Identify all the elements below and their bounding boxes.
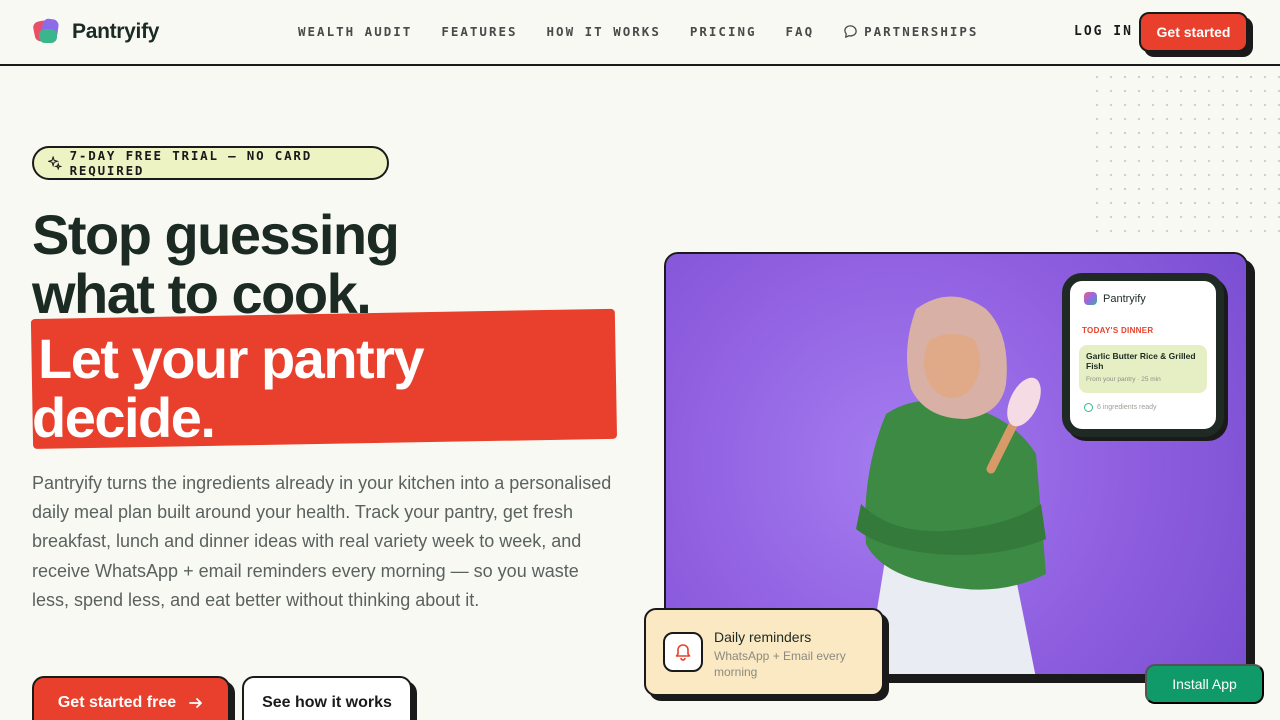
brand-logo[interactable]: Pantryify: [32, 17, 159, 47]
install-app-button[interactable]: Install App: [1145, 664, 1264, 704]
phone-brand: Pantryify: [1084, 292, 1146, 305]
ingredients-ready: 6 ingredients ready: [1084, 403, 1157, 412]
main-nav: WEALTH AUDIT FEATURES HOW IT WORKS PRICI…: [298, 24, 978, 39]
headline-line-1: Stop guessing: [32, 203, 400, 266]
see-how-it-works-button[interactable]: See how it works: [242, 676, 412, 720]
phone-brand-name: Pantryify: [1103, 292, 1146, 305]
meal-meta: From your pantry · 25 min: [1086, 376, 1161, 383]
trial-badge: 7-DAY FREE TRIAL — NO CARD REQUIRED: [32, 146, 389, 180]
arrow-right-icon: [189, 698, 203, 708]
highlight-line-1: Let your pantry: [38, 327, 425, 390]
nav-partnerships-label: PARTNERSHIPS: [864, 24, 979, 39]
see-how-it-works-label: See how it works: [262, 694, 392, 711]
brand-name: Pantryify: [72, 20, 160, 43]
hero-headline: Stop guessing what to cook.: [32, 203, 400, 323]
nav-pricing[interactable]: PRICING: [690, 24, 757, 39]
meal-name: Garlic Butter Rice & Grilled Fish: [1086, 351, 1196, 371]
phone-logo-icon: [1084, 292, 1097, 305]
login-link[interactable]: LOG IN: [1074, 24, 1133, 39]
get-started-free-label: Get started free: [57, 694, 177, 711]
todays-dinner-label: TODAY'S DINNER: [1082, 326, 1154, 335]
headline-highlight: Let your pantry decide.: [32, 327, 425, 447]
trial-badge-text: 7-DAY FREE TRIAL — NO CARD REQUIRED: [69, 148, 313, 178]
nav-faq[interactable]: FAQ: [786, 24, 815, 39]
daily-reminders-card: Daily reminders WhatsApp + Email every m…: [644, 608, 884, 696]
get-started-button[interactable]: Get started: [1139, 12, 1248, 52]
dot-pattern-decoration: [1090, 70, 1280, 240]
get-started-free-button[interactable]: Get started free: [32, 676, 230, 720]
chat-bubble-icon: [844, 25, 857, 39]
logo-icon: [32, 17, 62, 47]
nav-features[interactable]: FEATURES: [441, 24, 517, 39]
nav-partnerships[interactable]: PARTNERSHIPS: [843, 24, 978, 39]
bell-icon: [663, 632, 703, 672]
meal-card: Garlic Butter Rice & Grilled Fish From y…: [1079, 345, 1207, 393]
phone-mockup: Pantryify TODAY'S DINNER Garlic Butter R…: [1062, 273, 1224, 437]
reminder-title: Daily reminders: [714, 629, 812, 645]
site-header: Pantryify WEALTH AUDIT FEATURES HOW IT W…: [0, 0, 1280, 66]
reminder-subtitle: WhatsApp + Email every morning: [714, 649, 846, 679]
check-circle-icon: [1084, 403, 1093, 412]
ingredients-ready-text: 6 ingredients ready: [1097, 404, 1157, 411]
hero-description: Pantryify turns the ingredients already …: [32, 473, 612, 610]
highlight-line-2: decide.: [32, 386, 216, 449]
sparkle-icon: [48, 156, 62, 170]
nav-how-it-works[interactable]: HOW IT WORKS: [547, 24, 661, 39]
nav-wealth-audit[interactable]: WEALTH AUDIT: [298, 24, 412, 39]
